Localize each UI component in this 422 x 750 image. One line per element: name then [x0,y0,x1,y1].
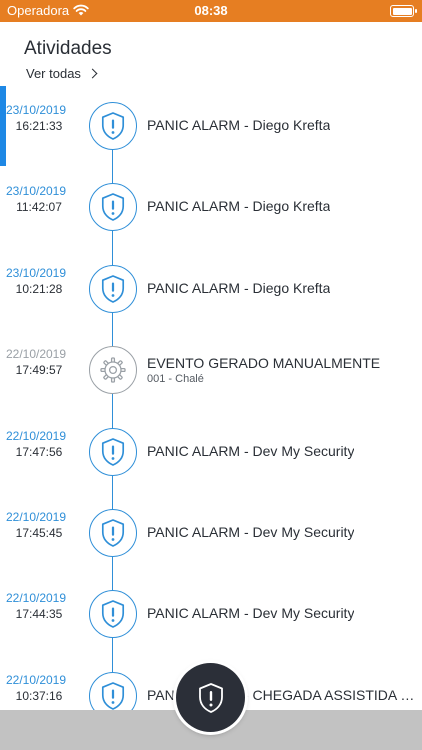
activity-title: PANIC ALARM - Diego Krefta [147,279,331,296]
activity-row[interactable]: 22/10/2019 17:45:45 PANIC ALARM - Dev My … [0,504,422,564]
activity-time: 17:44:35 [15,607,63,622]
shield-alert-icon [101,519,125,547]
activity-icon-circle [89,509,137,557]
activity-title: PANIC ALARM - Diego Krefta [147,198,331,215]
activity-title: PANIC ALARM - Dev My Security [147,605,355,622]
shield-alert-icon [101,274,125,303]
activity-icon-circle [89,590,137,639]
activity-list: 23/10/2019 16:21:33 PANIC ALARM - Diego K… [0,0,422,750]
activity-icon-circle [89,102,137,150]
activity-date: 23/10/2019 [5,103,67,117]
activity-row[interactable]: 23/10/2019 16:21:33 PANIC ALARM - Diego K… [0,97,422,157]
shield-alert-icon [101,437,125,466]
shield-alert-icon [101,681,125,710]
activity-title: PANIC ALARM - Diego Krefta [147,117,331,133]
activity-date: 23/10/2019 [5,265,67,280]
activity-subtitle: 001 - Chalé [147,373,204,386]
activity-title: EVENTO GERADO MANUALMENTE [147,355,381,372]
activity-time: 10:37:16 [15,688,63,703]
activity-date: 22/10/2019 [5,672,67,687]
activity-row[interactable]: 22/10/2019 17:47:56 PANIC ALARM - Dev My … [0,423,422,483]
activity-time: 17:49:57 [15,363,63,378]
shield-alert-icon [101,600,125,629]
gear-icon [100,357,126,383]
shield-alert-icon [101,193,125,222]
activity-date: 23/10/2019 [5,184,67,199]
panic-button[interactable] [176,663,245,732]
activity-row[interactable]: 22/10/2019 17:49:57 EVENTO GERADO MANUALM… [0,341,422,401]
activity-date: 22/10/2019 [5,591,67,606]
activity-icon-circle [89,264,137,313]
activity-row[interactable]: 23/10/2019 10:21:28 PANIC ALARM - Diego K… [0,260,422,320]
activity-date: 22/10/2019 [5,347,67,362]
activity-time: 16:21:33 [15,119,63,133]
shield-alert-icon [101,112,125,140]
activity-row[interactable]: 23/10/2019 11:42:07 PANIC ALARM - Diego K… [0,178,422,238]
activity-time: 11:42:07 [16,200,62,215]
activity-icon-circle [89,183,137,232]
activity-title: PANIC ALARM - Dev My Security [147,524,355,540]
activity-date: 22/10/2019 [5,510,67,524]
activity-title: PANIC ALARM - Dev My Security [147,442,355,459]
activity-time: 17:47:56 [15,444,63,459]
shield-alert-icon [198,682,223,713]
activity-icon-circle [89,346,137,395]
activity-icon-circle [89,427,137,476]
activity-time: 10:21:28 [15,281,63,296]
activity-time: 17:45:45 [15,526,63,540]
activity-row[interactable]: 22/10/2019 17:44:35 PANIC ALARM - Dev My … [0,585,422,645]
activity-date: 22/10/2019 [5,428,67,443]
